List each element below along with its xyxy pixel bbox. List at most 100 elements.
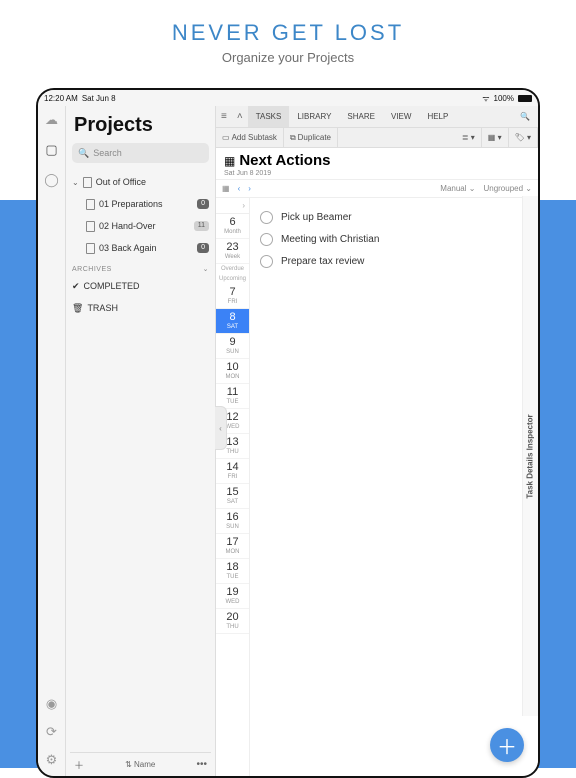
tab-share[interactable]: SHARE [339,106,383,127]
trash-icon: 🗑 [72,303,83,314]
battery-icon [518,95,532,102]
more-button[interactable]: ••• [196,759,207,770]
count-badge: 11 [194,221,209,231]
date-column: › 6Month 23Week Overdue Upcoming 7FRI8SA… [216,198,250,776]
sidebar-title: Projects [70,112,211,143]
overdue-label[interactable]: Overdue [216,264,249,274]
page-icon [86,199,95,210]
add-task-fab[interactable]: ＋ [490,728,524,762]
completed-item[interactable]: ✔ COMPLETED [70,275,211,297]
day-cell[interactable]: 8SAT [216,309,249,334]
day-cell[interactable]: 19WED [216,584,249,609]
main-area: ‹ ≡ ˄ TASKS LIBRARY SHARE VIEW HELP 🔍 ▭ … [216,106,538,776]
page-title: Next Actions [239,152,330,169]
archives-label[interactable]: ARCHIVES ⌄ [70,259,211,275]
day-cell[interactable]: 17MON [216,534,249,559]
user-icon[interactable]: ◉ [44,696,60,712]
nav-row: ▦ ‹ › Manual ⌄ Ungrouped ⌄ [216,180,538,198]
task-row[interactable]: Prepare tax review [260,250,528,272]
bg-right [536,200,576,768]
prev-button[interactable]: ‹ [238,184,241,193]
review-icon[interactable]: ◯ [44,172,60,188]
inbox-icon[interactable]: ☁ [44,112,60,128]
promo-subtitle: Organize your Projects [0,50,576,65]
trash-item[interactable]: 🗑 TRASH [70,297,211,319]
search-icon: 🔍 [78,148,89,159]
task-label: Pick up Beamer [281,212,352,223]
upcoming-label[interactable]: Upcoming [216,274,249,284]
day-cell[interactable]: 16SUN [216,509,249,534]
promo-title: NEVER GET LOST [0,20,576,46]
chevron-down-icon: ⌄ [72,178,79,187]
month-cell[interactable]: 6Month [216,214,249,239]
day-cell[interactable]: 15SAT [216,484,249,509]
tree-root-label: Out of Office [96,177,146,187]
count-badge: 0 [197,199,209,209]
menu-icon[interactable]: ≡ [216,111,232,122]
search-input[interactable]: 🔍 Search [72,143,209,163]
page-icon [83,177,92,188]
page-icon [86,221,95,232]
day-cell[interactable]: 9SUN [216,334,249,359]
task-checkbox[interactable] [260,211,273,224]
view-list-button[interactable]: ≣ ▾ [456,128,482,147]
next-button[interactable]: › [248,184,251,193]
menubar: ≡ ˄ TASKS LIBRARY SHARE VIEW HELP 🔍 [216,106,538,128]
toolbar: ▭ Add Subtask ⧉ Duplicate ≣ ▾ ▦ ▾ 🏷 ▾ [216,128,538,148]
projects-icon[interactable]: ▢ [44,142,60,158]
battery-pct: 100% [494,94,514,103]
nav-rail: ☁ ▢ ◯ ◉ ⟳ ⚙ [38,106,66,776]
task-checkbox[interactable] [260,255,273,268]
content: › 6Month 23Week Overdue Upcoming 7FRI8SA… [216,198,538,776]
day-cell[interactable]: 18TUE [216,559,249,584]
wifi-icon: ᯤ [482,93,489,104]
tree-root[interactable]: ⌄ Out of Office [70,171,211,193]
device-frame: 12:20 AM Sat Jun 8 ᯤ 100% ☁ ▢ ◯ ◉ ⟳ ⚙ Pr… [36,88,540,778]
add-subtask-button[interactable]: ▭ Add Subtask [216,128,284,147]
tree-item[interactable]: 02 Hand-Over 11 [84,215,211,237]
task-label: Prepare tax review [281,256,364,267]
bg-left [0,200,40,768]
task-checkbox[interactable] [260,233,273,246]
page-icon [86,243,95,254]
promo-banner: NEVER GET LOST Organize your Projects [0,0,576,91]
tab-library[interactable]: LIBRARY [289,106,339,127]
inspector-tab[interactable]: Task Details Inspector [522,196,538,716]
search-icon[interactable]: 🔍 [512,112,538,121]
header: ▦ Next Actions Sat Jun 8 2019 [216,148,538,180]
sync-icon[interactable]: ⟳ [44,724,60,740]
app-root: ☁ ▢ ◯ ◉ ⟳ ⚙ Projects 🔍 Search ⌄ Out of O… [38,106,538,776]
sort-dropdown[interactable]: Manual ⌄ [440,184,475,193]
day-cell[interactable]: 14FRI [216,459,249,484]
tab-view[interactable]: VIEW [383,106,419,127]
duplicate-button[interactable]: ⧉ Duplicate [284,128,338,147]
task-label: Meeting with Christian [281,234,379,245]
status-bar: 12:20 AM Sat Jun 8 ᯤ 100% [38,90,538,106]
tab-help[interactable]: HELP [419,106,456,127]
week-cell[interactable]: 23Week [216,239,249,264]
project-tree: ⌄ Out of Office 01 Preparations 0 02 Han… [70,171,211,319]
count-badge: 0 [197,243,209,253]
view-grid-button[interactable]: ▦ ▾ [482,128,509,147]
tag-filter-button[interactable]: 🏷 ▾ [509,128,538,147]
tree-item[interactable]: 01 Preparations 0 [84,193,211,215]
day-cell[interactable]: 7FRI [216,284,249,309]
tab-tasks[interactable]: TASKS [248,106,290,127]
calendar-icon: ▦ [224,154,235,168]
day-cell[interactable]: 20THU [216,609,249,634]
up-icon[interactable]: ˄ [232,111,248,122]
task-list: Pick up Beamer Meeting with Christian Prep… [250,198,538,776]
collapse-sidebar-button[interactable]: ‹ [215,406,227,450]
grid-icon[interactable]: ▦ [222,184,230,193]
task-row[interactable]: Pick up Beamer [260,206,528,228]
add-project-button[interactable]: ＋ [74,757,84,772]
day-cell[interactable]: 10MON [216,359,249,384]
tree-item[interactable]: 03 Back Again 0 [84,237,211,259]
collapse-datecol-button[interactable]: › [216,198,249,214]
group-dropdown[interactable]: Ungrouped ⌄ [483,184,532,193]
task-row[interactable]: Meeting with Christian [260,228,528,250]
status-date: Sat Jun 8 [82,94,116,103]
settings-icon[interactable]: ⚙ [44,752,60,768]
page-date: Sat Jun 8 2019 [224,170,530,177]
sidebar: Projects 🔍 Search ⌄ Out of Office 01 Pre… [66,106,216,776]
